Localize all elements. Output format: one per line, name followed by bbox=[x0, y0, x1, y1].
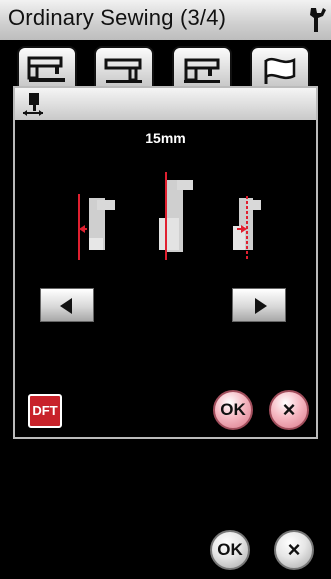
default-button[interactable]: DFT bbox=[28, 394, 62, 428]
dialog-cancel-button[interactable]: × bbox=[269, 390, 309, 430]
arrow-left-icon bbox=[60, 298, 72, 314]
arrow-right-icon bbox=[255, 298, 267, 314]
title-bar: Ordinary Sewing (3/4) bbox=[0, 0, 331, 40]
window-title: Ordinary Sewing (3/4) bbox=[8, 5, 227, 30]
tab-presser-foot[interactable] bbox=[94, 46, 154, 90]
cancel-icon: × bbox=[282, 397, 296, 422]
dialog-ok-button[interactable]: OK bbox=[213, 390, 253, 430]
cancel-icon: × bbox=[287, 537, 301, 562]
needle-center-illustration bbox=[159, 172, 193, 260]
needle-position-diagram bbox=[78, 172, 261, 260]
tab-machine-side[interactable] bbox=[172, 46, 232, 90]
tab-flag[interactable] bbox=[250, 46, 310, 90]
presser-foot-icon bbox=[104, 58, 142, 83]
tab-bar bbox=[0, 40, 331, 90]
tab-sewing-machine[interactable] bbox=[17, 46, 77, 90]
needle-left-button[interactable] bbox=[40, 288, 94, 322]
sewing-machine-icon bbox=[27, 56, 65, 82]
flag-icon bbox=[264, 57, 296, 84]
ok-label: OK bbox=[217, 540, 243, 559]
footer-ok-button[interactable]: OK bbox=[210, 530, 250, 570]
wrench-icon[interactable] bbox=[306, 4, 328, 34]
needle-right-button[interactable] bbox=[232, 288, 286, 322]
needle-right-illustration bbox=[233, 196, 261, 260]
ok-label: OK bbox=[220, 400, 246, 419]
footer-cancel-button[interactable]: × bbox=[274, 530, 314, 570]
machine-side-icon bbox=[184, 58, 220, 83]
needle-left-illustration bbox=[78, 194, 115, 260]
needle-position-dialog: 15mm DFT OK × bbox=[13, 86, 318, 439]
